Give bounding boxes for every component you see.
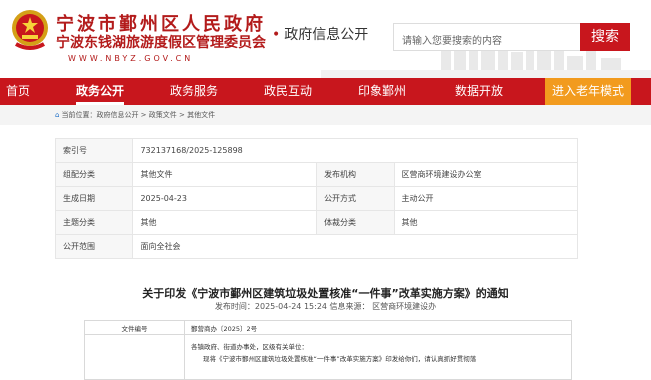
- date-label: 生成日期: [54, 186, 134, 211]
- elder-mode-button[interactable]: 进入老年模式: [545, 78, 631, 105]
- document-meta-table: 索引号 732137168/2025-125898 组配分类 其他文件 发布机构…: [54, 138, 579, 259]
- table-row: 索引号 732137168/2025-125898: [54, 138, 578, 163]
- publisher-value: 区营商环境建设办公室: [393, 162, 579, 187]
- nav-data-open[interactable]: 数据开放: [455, 78, 503, 105]
- date-value: 2025-04-23: [132, 186, 318, 211]
- publisher-label: 发布机构: [316, 162, 395, 187]
- index-label: 索引号: [54, 138, 134, 163]
- site-header: 宁波市鄞州区人民政府 宁波东钱湖旅游度假区管理委员会 WWW.NBYZ.GOV.…: [0, 0, 651, 78]
- method-label: 公开方式: [316, 186, 395, 211]
- nav-public-interaction[interactable]: 政民互动: [264, 78, 312, 105]
- document-info: 发布时间：2025-04-24 15:24 信息来源： 区营商环境建设办: [214, 302, 437, 311]
- section-tag: • 政府信息公开: [272, 24, 368, 44]
- document-salutation: 各镇政府、街道办事处，区级有关单位：: [191, 343, 308, 351]
- nav-impression-yinzhou[interactable]: 印象鄞州: [358, 78, 406, 105]
- scope-value: 面向全社会: [132, 234, 578, 259]
- bullet-icon: •: [272, 27, 281, 43]
- search-button[interactable]: 搜索: [580, 23, 630, 51]
- topic-label: 主题分类: [54, 210, 134, 235]
- category-label: 组配分类: [54, 162, 134, 187]
- breadcrumb-prefix: 当前位置：: [61, 111, 97, 119]
- nav-government-affairs-open[interactable]: 政务公开: [76, 78, 125, 105]
- file-number-label: 文件编号: [84, 320, 185, 335]
- table-row: 主题分类 其他 体裁分类 其他: [54, 210, 579, 235]
- index-value: 732137168/2025-125898: [132, 138, 578, 163]
- genre-value: 其他: [393, 210, 579, 235]
- national-emblem-icon: [12, 10, 48, 50]
- genre-label: 体裁分类: [316, 210, 395, 235]
- method-value: 主动公开: [393, 186, 579, 211]
- table-row: 公开范围 面向全社会: [54, 234, 578, 259]
- section-label: 政府信息公开: [284, 27, 369, 43]
- topic-value: 其他: [132, 210, 318, 235]
- document-body-spacer: [84, 334, 185, 380]
- table-row: 组配分类 其他文件 发布机构 区营商环境建设办公室: [54, 162, 579, 187]
- site-subtitle: 宁波东钱湖旅游度假区管理委员会: [56, 35, 266, 51]
- document-body: 各镇政府、街道办事处，区级有关单位： 现将《宁波市鄞州区建筑垃圾处置核准“一件事…: [184, 334, 572, 380]
- main-nav: 首页 政务公开 政务服务 政民互动 印象鄞州 数据开放 进入老年模式: [0, 78, 651, 105]
- table-row: 生成日期 2025-04-23 公开方式 主动公开: [54, 186, 579, 211]
- table-row: 各镇政府、街道办事处，区级有关单位： 现将《宁波市鄞州区建筑垃圾处置核准“一件事…: [84, 334, 572, 380]
- search-input[interactable]: 请输入您要搜索的内容: [393, 23, 581, 51]
- document-title: 关于印发《宁波市鄞州区建筑垃圾处置核准“一件事”改革实施方案》的通知: [142, 287, 509, 300]
- breadcrumb-path[interactable]: 政府信息公开 > 政策文件 > 其他文件: [96, 111, 215, 119]
- category-value: 其他文件: [132, 162, 318, 187]
- site-url: WWW.NBYZ.GOV.CN: [68, 54, 194, 63]
- nav-home[interactable]: 首页: [6, 78, 30, 105]
- document-paragraph: 现将《宁波市鄞州区建筑垃圾处置核准“一件事”改革实施方案》印发给你们，请认真抓好…: [203, 355, 477, 363]
- table-row: 文件编号 鄞营商办〔2025〕2号: [84, 320, 572, 335]
- home-icon: ⌂: [55, 111, 60, 119]
- breadcrumb-bar: ⌂ 当前位置：政府信息公开 > 政策文件 > 其他文件: [0, 105, 651, 125]
- breadcrumb: ⌂ 当前位置：政府信息公开 > 政策文件 > 其他文件: [55, 110, 215, 120]
- scope-label: 公开范围: [54, 234, 134, 259]
- file-number-value: 鄞营商办〔2025〕2号: [184, 320, 572, 335]
- document-content-table: 文件编号 鄞营商办〔2025〕2号 各镇政府、街道办事处，区级有关单位： 现将《…: [84, 320, 572, 380]
- nav-government-services[interactable]: 政务服务: [170, 78, 218, 105]
